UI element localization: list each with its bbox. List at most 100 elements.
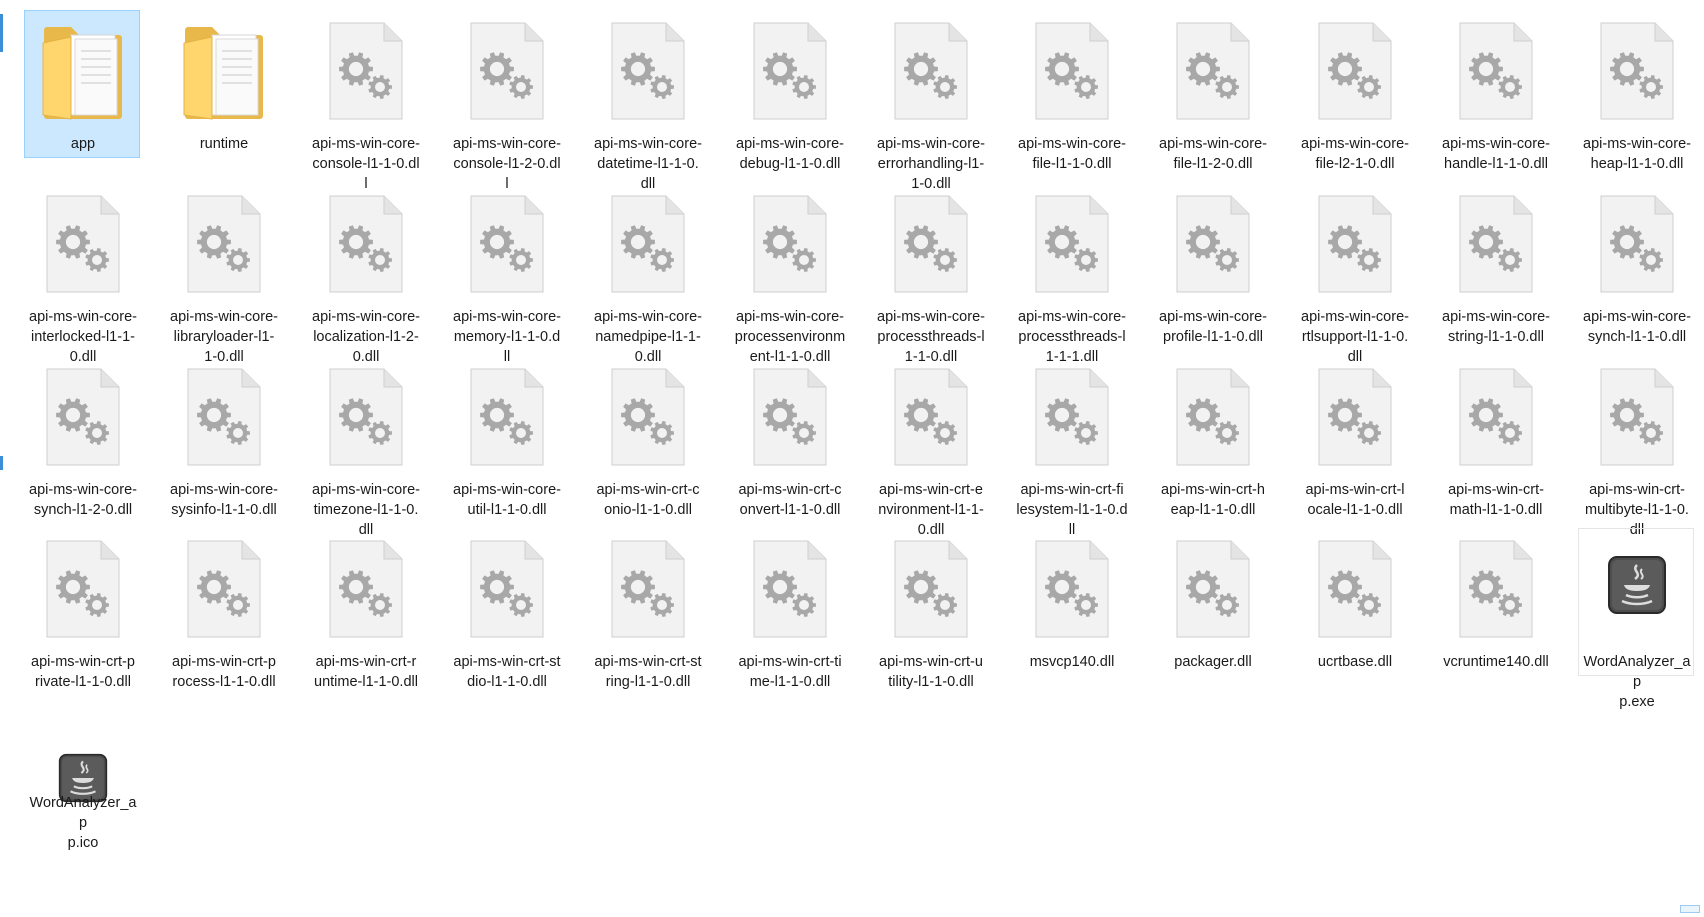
file-item[interactable]: api-ms-win-core- synch-l1-2-0.dll: [24, 356, 141, 518]
file-item[interactable]: api-ms-win-core- file-l1-2-0.dll: [1154, 10, 1270, 172]
file-item[interactable]: api-ms-win-core- processthreads-l 1-1-1.…: [1013, 183, 1129, 365]
file-name-label: app: [70, 136, 96, 152]
file-name-label: api-ms-win-core- file-l1-1-0.dll: [1018, 136, 1126, 172]
file-name-label: api-ms-win-core- file-l1-2-0.dll: [1159, 136, 1267, 172]
dll-file-icon: [308, 184, 424, 300]
file-item[interactable]: api-ms-win-crt-p rocess-l1-1-0.dll: [165, 528, 281, 690]
file-name-label: api-ms-win-core- synch-l1-1-0.dll: [1583, 309, 1691, 345]
dll-file-icon: [449, 529, 565, 645]
dll-file-icon: [590, 184, 706, 300]
file-item[interactable]: api-ms-win-crt-h eap-l1-1-0.dll: [1154, 356, 1271, 518]
file-name-label: api-ms-win-core- heap-l1-1-0.dll: [1583, 136, 1691, 172]
file-item[interactable]: api-ms-win-core- sysinfo-l1-1-0.dll: [165, 356, 282, 518]
file-name-label: api-ms-win-crt-l ocale-l1-1-0.dll: [1305, 482, 1405, 518]
file-item[interactable]: WordAnalyzer_ap p.ico: [24, 708, 140, 856]
file-item[interactable]: ucrtbase.dll: [1296, 528, 1412, 676]
file-name-label: api-ms-win-core- synch-l1-2-0.dll: [29, 482, 137, 518]
dll-file-icon: [1579, 184, 1695, 300]
file-item[interactable]: api-ms-win-core- heap-l1-1-0.dll: [1578, 10, 1694, 172]
dll-file-icon: [1297, 357, 1413, 473]
file-item[interactable]: api-ms-win-crt-p rivate-l1-1-0.dll: [24, 528, 140, 690]
file-item[interactable]: api-ms-win-crt-u tility-l1-1-0.dll: [872, 528, 989, 690]
dll-file-icon: [873, 529, 989, 645]
dll-file-icon: [1014, 357, 1130, 473]
dll-file-icon: [308, 357, 424, 473]
file-item[interactable]: api-ms-win-core- file-l2-1-0.dll: [1296, 10, 1413, 172]
file-item[interactable]: api-ms-win-core- errorhandling-l1- 1-0.d…: [872, 10, 989, 192]
file-item[interactable]: api-ms-win-crt-c onvert-l1-1-0.dll: [731, 356, 847, 518]
file-item[interactable]: WordAnalyzer_ap p.exe: [1578, 528, 1695, 710]
dll-file-icon: [732, 529, 848, 645]
file-name-label: api-ms-win-crt-u tility-l1-1-0.dll: [879, 654, 983, 690]
dll-file-icon: [25, 184, 141, 300]
file-name-label: api-ms-win-crt- math-l1-1-0.dll: [1448, 482, 1544, 518]
file-item[interactable]: api-ms-win-core- namedpipe-l1-1- 0.dll: [589, 183, 706, 365]
folder-icon: [25, 11, 141, 127]
file-name-label: api-ms-win-core- profile-l1-1-0.dll: [1159, 309, 1267, 345]
file-item[interactable]: api-ms-win-core- profile-l1-1-0.dll: [1154, 183, 1271, 345]
file-view[interactable]: app runtime api-ms-win-core- console-l1-…: [0, 0, 1704, 917]
dll-file-icon: [449, 184, 565, 300]
file-name-label: api-ms-win-crt-p rocess-l1-1-0.dll: [172, 654, 276, 690]
file-name-label: api-ms-win-crt-h eap-l1-1-0.dll: [1161, 482, 1265, 518]
left-edge-indicator: [0, 14, 3, 52]
dll-file-icon: [25, 357, 141, 473]
file-name-label: WordAnalyzer_ap p.ico: [29, 795, 137, 851]
file-item[interactable]: api-ms-win-core- datetime-l1-1-0. dll: [589, 10, 705, 192]
file-name-label: api-ms-win-crt-st dio-l1-1-0.dll: [453, 654, 561, 690]
dll-file-icon: [732, 11, 848, 127]
file-name-label: vcruntime140.dll: [1443, 654, 1549, 670]
file-item[interactable]: api-ms-win-crt-st dio-l1-1-0.dll: [448, 528, 565, 690]
file-item[interactable]: msvcp140.dll: [1013, 528, 1129, 676]
view-toggle-icon[interactable]: [1680, 905, 1700, 913]
file-item[interactable]: api-ms-win-core- libraryloader-l1- 1-0.d…: [165, 183, 282, 365]
dll-file-icon: [1014, 529, 1130, 645]
file-item[interactable]: api-ms-win-core- file-l1-1-0.dll: [1013, 10, 1130, 172]
file-item[interactable]: packager.dll: [1154, 528, 1270, 676]
dll-file-icon: [1014, 11, 1130, 127]
dll-file-icon: [873, 357, 989, 473]
file-item[interactable]: api-ms-win-core- console-l1-2-0.dl l: [448, 10, 564, 192]
dll-file-icon: [1155, 184, 1271, 300]
file-item[interactable]: api-ms-win-core- processthreads-l 1-1-0.…: [872, 183, 989, 365]
file-item[interactable]: api-ms-win-core- util-l1-1-0.dll: [448, 356, 564, 518]
file-item[interactable]: api-ms-win-core- handle-l1-1-0.dll: [1437, 10, 1553, 172]
file-name-label: api-ms-win-core- sysinfo-l1-1-0.dll: [170, 482, 278, 518]
file-name-label: api-ms-win-crt-ti me-l1-1-0.dll: [738, 654, 842, 690]
file-item[interactable]: api-ms-win-crt-r untime-l1-1-0.dll: [307, 528, 423, 690]
folder-item[interactable]: runtime: [165, 10, 281, 158]
file-item[interactable]: api-ms-win-crt-l ocale-l1-1-0.dll: [1296, 356, 1413, 518]
file-item[interactable]: api-ms-win-core- debug-l1-1-0.dll: [731, 10, 848, 172]
file-item[interactable]: api-ms-win-core- localization-l1-2- 0.dl…: [307, 183, 424, 365]
dll-file-icon: [1155, 357, 1271, 473]
file-name-label: WordAnalyzer_ap p.exe: [1583, 654, 1691, 710]
folder-item[interactable]: app: [24, 10, 140, 158]
file-item[interactable]: api-ms-win-core- processenvironm ent-l1-…: [731, 183, 847, 365]
file-name-label: api-ms-win-crt-c onvert-l1-1-0.dll: [738, 482, 842, 518]
file-item[interactable]: api-ms-win-crt-fi lesystem-l1-1-0.d ll: [1013, 356, 1130, 538]
file-item[interactable]: api-ms-win-core- string-l1-1-0.dll: [1437, 183, 1553, 345]
file-name-label: ucrtbase.dll: [1317, 654, 1393, 670]
java-app-icon: [1579, 529, 1695, 645]
file-item[interactable]: api-ms-win-crt-st ring-l1-1-0.dll: [589, 528, 705, 690]
file-item[interactable]: api-ms-win-core- timezone-l1-1-0. dll: [307, 356, 424, 538]
file-item[interactable]: api-ms-win-crt-c onio-l1-1-0.dll: [589, 356, 705, 518]
file-item[interactable]: api-ms-win-core- console-l1-1-0.dl l: [307, 10, 423, 192]
file-item[interactable]: vcruntime140.dll: [1437, 528, 1553, 676]
dll-file-icon: [873, 11, 989, 127]
file-item[interactable]: api-ms-win-core- synch-l1-1-0.dll: [1578, 183, 1695, 345]
dll-file-icon: [166, 184, 282, 300]
file-item[interactable]: api-ms-win-core- interlocked-l1-1- 0.dll: [24, 183, 141, 365]
file-name-label: packager.dll: [1174, 654, 1252, 670]
dll-file-icon: [1297, 11, 1413, 127]
file-item[interactable]: api-ms-win-crt- math-l1-1-0.dll: [1437, 356, 1553, 518]
dll-file-icon: [166, 357, 282, 473]
file-item[interactable]: api-ms-win-core- rtlsupport-l1-1-0. dll: [1296, 183, 1413, 365]
dll-file-icon: [1297, 184, 1413, 300]
dll-file-icon: [873, 184, 989, 300]
file-item[interactable]: api-ms-win-crt- multibyte-l1-1-0. dll: [1578, 356, 1694, 538]
file-item[interactable]: api-ms-win-crt-e nvironment-l1-1- 0.dll: [872, 356, 989, 538]
file-item[interactable]: api-ms-win-core- memory-l1-1-0.d ll: [448, 183, 565, 365]
file-name-label: api-ms-win-core- string-l1-1-0.dll: [1442, 309, 1550, 345]
file-item[interactable]: api-ms-win-crt-ti me-l1-1-0.dll: [731, 528, 848, 690]
